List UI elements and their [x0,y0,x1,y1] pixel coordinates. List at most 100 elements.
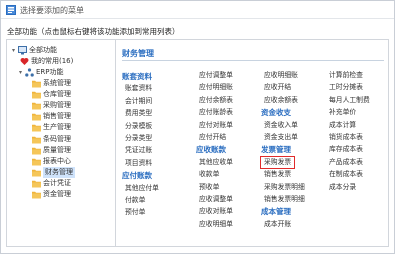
tree-root[interactable]: ▾ 全部功能 [10,45,114,56]
tree-module-item[interactable]: 仓库管理 [32,89,114,100]
function-link[interactable]: 会计期间 [125,97,152,106]
dialog-window: 选择要添加的菜单 全部功能（点击鼠标右键将该功能添加到常用列表） ▾ 全部功能 … [0,0,395,254]
function-link[interactable]: 应收对账单 [199,207,233,216]
function-link[interactable]: 应收明细账 [264,71,298,80]
function-link[interactable]: 计算前检查 [329,71,363,80]
folder-icon [32,80,41,88]
tree-module-item[interactable]: 条码管理 [32,134,114,145]
group-heading: 资金收支 [261,108,291,118]
tree-module-label: 报表中心 [43,156,71,165]
instruction-text: 全部功能（点击鼠标右键将该功能添加到常用列表） [7,27,180,36]
function-link[interactable]: 分录模板 [125,122,152,131]
function-link[interactable]: 应收开结 [264,83,291,92]
folder-icon [32,169,41,177]
tree-module-item[interactable]: 财务管理 [32,166,114,178]
function-link[interactable]: 成本开账 [264,220,291,229]
folder-icon [32,91,41,99]
tree-module-item[interactable]: 采购管理 [32,100,114,111]
tree-erp-label: ERP功能 [36,68,64,76]
title-bar[interactable]: 选择要添加的菜单 [1,1,394,19]
tree-erp[interactable]: ▾ ERP功能 [17,67,114,78]
function-link[interactable]: 成本计算 [329,121,356,130]
folder-icon [32,180,41,188]
function-link[interactable]: 销货成本表 [329,133,363,142]
function-link[interactable]: 预付单 [125,208,145,217]
function-link[interactable]: 在制成本表 [329,170,363,179]
window-title: 选择要添加的菜单 [20,6,84,15]
tree-module-item[interactable]: 质量管理 [32,145,114,156]
function-link[interactable]: 销售发票 [264,170,291,179]
folder-icon [32,191,41,199]
folder-icon [32,158,41,166]
folder-icon [32,102,41,110]
group-heading: 应付账款 [122,171,152,181]
folder-icon [32,113,41,121]
function-link[interactable]: 应收明细单 [199,220,233,229]
tree-module-item[interactable]: 销售管理 [32,111,114,122]
function-link[interactable]: 资金支出单 [264,133,298,142]
tree-module-item[interactable]: 生产管理 [32,122,114,133]
function-link[interactable]: 付款单 [125,196,145,205]
tree-module-label: 会计凭证 [43,178,71,187]
group-heading: 账套资料 [122,72,152,81]
heart-icon [20,57,29,65]
function-link[interactable]: 其他应收单 [199,158,233,167]
collapse-icon[interactable]: ▾ [17,69,24,76]
function-link[interactable]: 账套资料 [125,84,152,93]
function-link[interactable]: 项目资料 [125,159,152,168]
tree-module-label: 采购管理 [43,101,71,110]
tree-module-item[interactable]: 资金管理 [32,189,114,200]
function-link[interactable]: 应付明细账 [199,83,233,92]
folder-icon [32,147,41,155]
function-link[interactable]: 应收余额表 [264,96,298,105]
function-link[interactable]: 凭证过账 [125,146,152,155]
function-link[interactable]: 应付账龄表 [199,108,233,117]
function-link[interactable]: 分录类型 [125,134,152,143]
function-link[interactable]: 资金收入单 [264,121,298,130]
tree-module-label: 仓库管理 [43,90,71,99]
function-link[interactable]: 应付对账单 [199,121,233,130]
tree-favorites-label: 我的常用(16) [31,57,74,65]
tree-module-label: 质量管理 [43,145,71,154]
section-divider [122,60,384,61]
function-link[interactable]: 每月人工制费 [329,96,370,105]
monitor-icon [18,46,27,55]
tree-module-label: 生产管理 [43,123,71,132]
collapse-icon[interactable]: ▾ [10,47,17,54]
function-link[interactable]: 补充单价 [329,108,356,117]
app-icon [6,5,16,15]
function-tree[interactable]: ▾ 全部功能 我的常用(16) ▾ ERP功能 系统管理 仓库管理 采购管理 销… [7,40,116,246]
tree-root-label: 全部功能 [29,46,57,54]
tree-module-label: 系统管理 [43,79,71,87]
tree-module-label: 财务管理 [43,166,75,178]
function-link[interactable]: 销售发票明细 [264,195,305,204]
function-link[interactable]: 预收单 [199,183,219,192]
tree-favorites[interactable]: 我的常用(16) [17,56,114,67]
tree-module-item[interactable]: 报表中心 [32,156,114,167]
function-link[interactable]: 应付开结 [199,133,226,142]
function-link[interactable]: 应收调整单 [199,195,233,204]
tree-module-item[interactable]: 系统管理 [32,78,114,89]
function-link[interactable]: 收款单 [199,170,219,179]
tree-module-label: 资金管理 [43,190,71,198]
function-link[interactable]: 其他应付单 [125,184,159,193]
tree-module-label: 条码管理 [43,134,71,143]
function-link[interactable]: 采购发票 [260,155,296,169]
folder-icon [32,136,41,143]
tree-module-item[interactable]: 会计凭证 [32,178,114,189]
function-link[interactable]: 采购发票明细 [264,183,305,192]
function-link[interactable]: 费用类型 [125,109,152,118]
main-frame: ▾ 全部功能 我的常用(16) ▾ ERP功能 系统管理 仓库管理 采购管理 销… [6,39,389,247]
section-title: 财务管理 [122,49,154,58]
function-link[interactable]: 应付余额表 [199,96,233,105]
function-link[interactable]: 库存成本表 [329,145,363,154]
tree-module-label: 销售管理 [43,112,71,121]
function-link[interactable]: 工时分摊表 [329,83,363,92]
function-link[interactable]: 应付调整单 [199,71,233,80]
folder-icon [32,125,41,132]
group-heading: 成本管理 [261,207,291,217]
function-panel: 财务管理 账套资料 账套资料 会计期间 费用类型 分录模板 分录类型 凭证过账 项目资料 应付账… [117,40,388,246]
group-heading: 发票管理 [261,145,291,155]
function-link[interactable]: 成本分录 [329,183,356,192]
function-link[interactable]: 产品成本表 [329,158,363,167]
